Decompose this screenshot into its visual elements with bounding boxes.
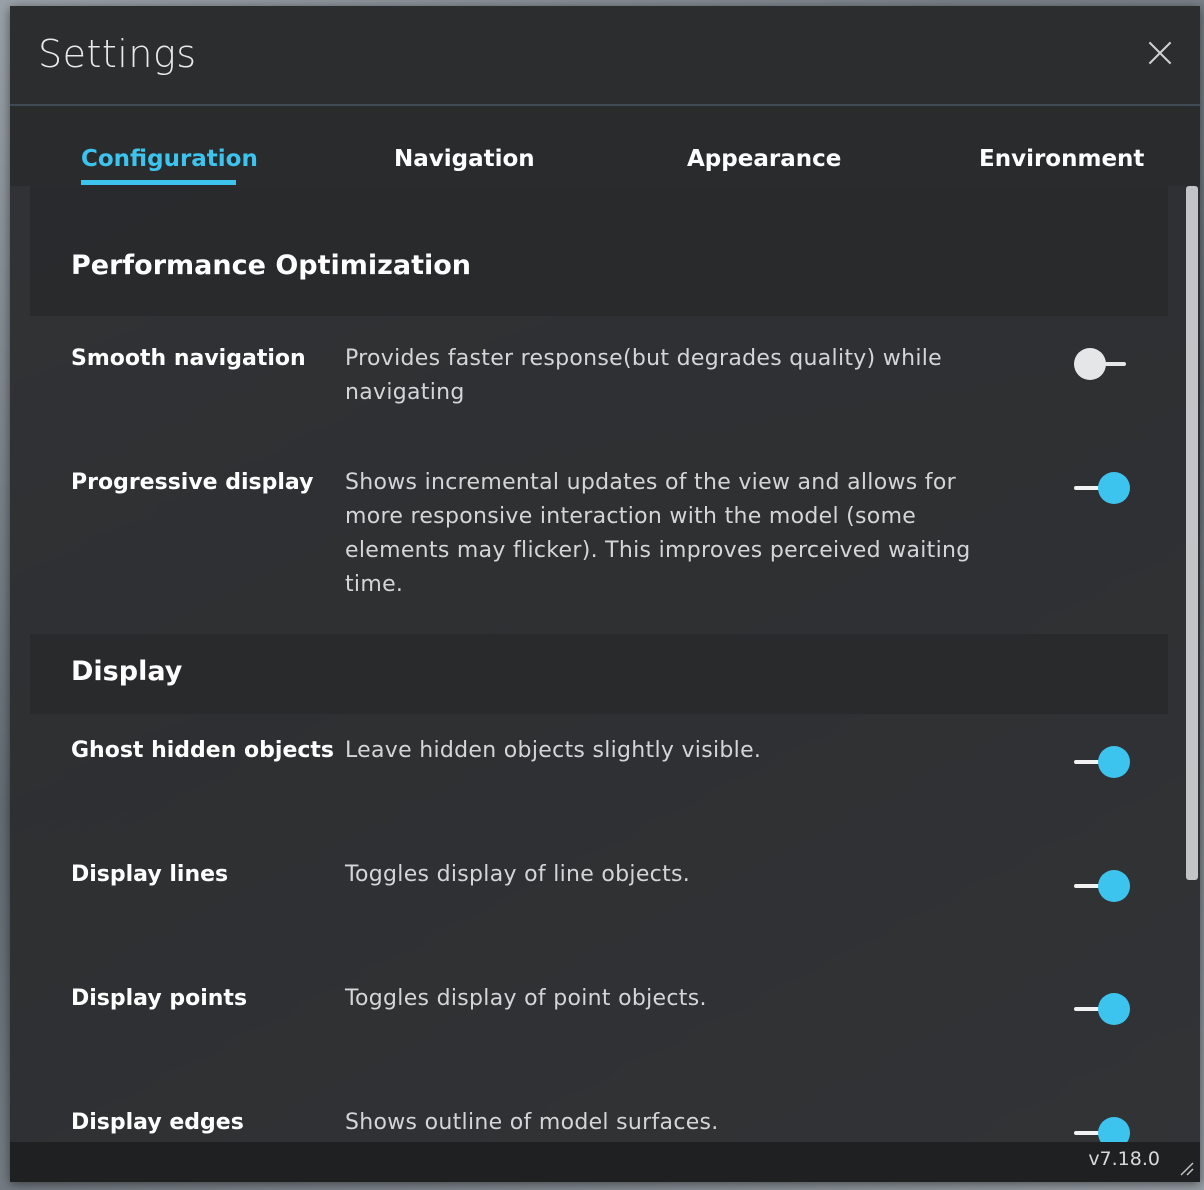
setting-description: Shows outline of model surfaces. xyxy=(345,1110,719,1135)
toggle-knob xyxy=(1098,870,1130,902)
panel-header: Settings xyxy=(10,6,1200,106)
setting-description: Toggles display of point objects. xyxy=(345,986,707,1011)
tab-environment[interactable]: Environment xyxy=(979,146,1144,172)
section-title: Performance Optimization xyxy=(71,250,472,281)
section-title: Display xyxy=(71,656,183,687)
toggle-progressive-display[interactable] xyxy=(1074,471,1132,505)
toggle-knob xyxy=(1098,472,1130,504)
panel-footer: v7.18.0 xyxy=(10,1142,1200,1182)
toggle-knob xyxy=(1098,746,1130,778)
settings-panel: Settings Configuration Navigation Appear… xyxy=(10,6,1200,1182)
tab-configuration[interactable]: Configuration xyxy=(81,146,258,172)
setting-label-ghost-hidden-objects: Ghost hidden objects xyxy=(71,738,335,763)
section-header-display: Display xyxy=(30,634,1168,714)
toggle-smooth-navigation[interactable] xyxy=(1074,347,1132,381)
panel-title: Settings xyxy=(38,32,197,76)
version-label: v7.18.0 xyxy=(1088,1148,1160,1170)
tab-navigation[interactable]: Navigation xyxy=(394,146,535,172)
toggle-knob xyxy=(1098,1117,1130,1142)
setting-description: Toggles display of line objects. xyxy=(345,862,691,887)
setting-label-display-lines: Display lines xyxy=(71,862,229,887)
close-icon[interactable] xyxy=(1144,36,1176,68)
setting-description: Provides faster response(but degrades qu… xyxy=(345,346,942,405)
scrollbar-thumb[interactable] xyxy=(1186,186,1198,880)
setting-description: Shows incremental updates of the view an… xyxy=(345,470,971,597)
section-header-performance: Performance Optimization xyxy=(30,186,1168,316)
tab-appearance[interactable]: Appearance xyxy=(687,146,841,172)
toggle-display-edges[interactable] xyxy=(1074,1116,1132,1142)
setting-label-progressive-display: Progressive display xyxy=(71,470,314,495)
setting-label-display-points: Display points xyxy=(71,986,248,1011)
toggle-knob xyxy=(1074,348,1106,380)
toggle-display-points[interactable] xyxy=(1074,992,1132,1026)
active-tab-indicator xyxy=(81,180,236,185)
toggle-display-lines[interactable] xyxy=(1074,869,1132,903)
resize-handle-icon[interactable] xyxy=(1178,1160,1194,1176)
setting-label-display-edges: Display edges xyxy=(71,1110,244,1135)
setting-label-smooth-navigation: Smooth navigation xyxy=(71,346,306,371)
toggle-ghost-hidden-objects[interactable] xyxy=(1074,745,1132,779)
setting-description: Leave hidden objects slightly visible. xyxy=(345,738,762,763)
tab-bar: Configuration Navigation Appearance Envi… xyxy=(10,106,1200,186)
toggle-knob xyxy=(1098,993,1130,1025)
settings-content[interactable]: Performance Optimization Smooth navigati… xyxy=(30,186,1168,1142)
